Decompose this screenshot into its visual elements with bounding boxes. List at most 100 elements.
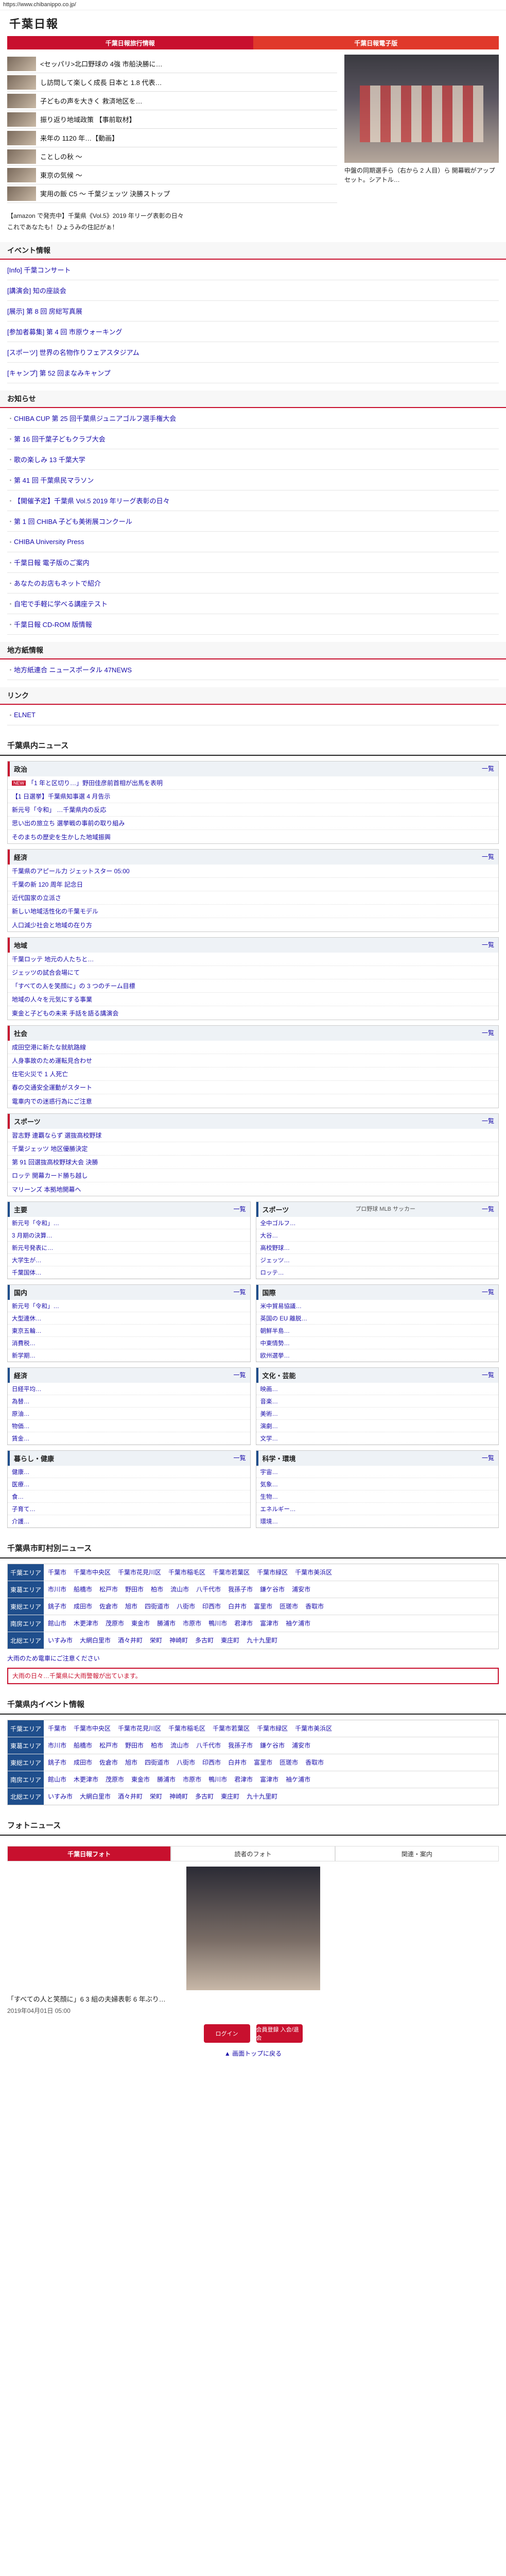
news-item[interactable]: 習志野 連覇ならず 選抜高校野球 [8,1129,498,1142]
news-item[interactable]: 子育て… [8,1503,250,1515]
city-link[interactable]: 旭市 [125,1601,137,1612]
city-link[interactable]: 千葉市 [48,1723,66,1734]
news-item[interactable]: ジェッツ… [256,1254,498,1266]
city-link[interactable]: 白井市 [228,1757,247,1768]
city-link[interactable]: 酒々井町 [118,1635,143,1646]
city-link[interactable]: 東庄町 [221,1635,239,1646]
city-link[interactable]: 松戸市 [99,1740,118,1751]
news-item[interactable]: 米中貿易協議… [256,1300,498,1312]
news-item[interactable]: 介護… [8,1515,250,1528]
news-item[interactable]: 気象… [256,1478,498,1490]
news-item[interactable]: 成田空港に新たな就航路線 [8,1041,498,1054]
more-link[interactable]: 一覧 [482,940,494,950]
news-item[interactable]: 地域の人々を元気にする事業 [8,993,498,1006]
city-link[interactable]: 佐倉市 [99,1601,118,1612]
top-news-item[interactable]: し訪問して楽しく成長 日本と 1.8 代表… [7,73,337,92]
news-item[interactable]: 近代国家の立派さ [8,891,498,905]
news-item[interactable]: 音楽… [256,1395,498,1408]
top-news-item[interactable]: 東京の気候 ～ [7,166,337,184]
news-item[interactable]: 高校野球… [256,1242,498,1254]
city-link[interactable]: 市川市 [48,1584,66,1595]
tab-reader-photo[interactable]: 読者のフォト [171,1846,335,1861]
promo-link[interactable]: これであなたも！ひょうみの住記がぁ！ [7,222,499,233]
news-item[interactable]: 大型連休… [8,1312,250,1325]
city-link[interactable]: 野田市 [125,1740,144,1751]
news-item[interactable]: 為替… [8,1395,250,1408]
city-link[interactable]: 印西市 [202,1757,221,1768]
more-link[interactable]: 一覧 [482,1116,494,1126]
news-item[interactable]: 第 91 回選抜高校野球大会 決勝 [8,1156,498,1169]
event-link[interactable]: [Info] 千葉コンサート [7,260,499,280]
news-item[interactable]: 大学生が… [8,1254,250,1266]
event-link[interactable]: [スポーツ] 世界の名物作りフェアスタジアム [7,342,499,363]
news-item[interactable]: 物価… [8,1420,250,1432]
city-link[interactable]: 大網白里市 [80,1791,111,1802]
news-item[interactable]: 消費税… [8,1337,250,1349]
city-link[interactable]: 千葉市稲毛区 [168,1567,205,1578]
news-item[interactable]: エネルギー… [256,1503,498,1515]
more-link[interactable]: 一覧 [233,1370,246,1380]
city-link[interactable]: 船橋市 [74,1740,92,1751]
news-item[interactable]: 健康… [8,1466,250,1478]
city-link[interactable]: 富里市 [254,1757,272,1768]
news-item[interactable]: 千葉国体… [8,1266,250,1279]
city-link[interactable]: 神崎町 [169,1791,188,1802]
news-item[interactable]: 英国の EU 離脱… [256,1312,498,1325]
city-link[interactable]: 香取市 [305,1601,324,1612]
city-link[interactable]: 酒々井町 [118,1791,143,1802]
notice-link[interactable]: 大雨のため電車にご注意ください [7,1653,499,1664]
city-link[interactable]: 君津市 [234,1618,253,1629]
news-item[interactable]: 電車内での迷惑行為にご注意 [8,1094,498,1108]
notice-link[interactable]: CHIBA University Press [7,532,499,552]
more-link[interactable]: 一覧 [233,1205,246,1214]
city-link[interactable]: 袖ケ浦市 [286,1774,310,1785]
tab-related[interactable]: 関連・案内 [335,1846,499,1861]
news-item[interactable]: マリーンズ 本拠地開幕へ [8,1182,498,1196]
city-link[interactable]: 千葉市中央区 [74,1567,111,1578]
city-link[interactable]: 八街市 [177,1757,195,1768]
city-link[interactable]: 四街道市 [145,1601,169,1612]
city-link[interactable]: 成田市 [74,1757,92,1768]
city-link[interactable]: 八街市 [177,1601,195,1612]
city-link[interactable]: 船橋市 [74,1584,92,1595]
news-item[interactable]: 日経平均… [8,1383,250,1395]
notice-link[interactable]: CHIBA CUP 第 25 回千葉県ジュニアゴルフ選手権大会 [7,408,499,429]
news-item[interactable]: 食… [8,1490,250,1503]
notice-link[interactable]: 第 16 回千葉子どもクラブ大会 [7,429,499,449]
city-link[interactable]: 東金市 [131,1618,150,1629]
city-link[interactable]: 千葉市 [48,1567,66,1578]
city-link[interactable]: 成田市 [74,1601,92,1612]
city-link[interactable]: 香取市 [305,1757,324,1768]
city-link[interactable]: 栄町 [150,1791,162,1802]
city-link[interactable]: 多古町 [195,1791,214,1802]
more-link[interactable]: 一覧 [233,1287,246,1297]
city-link[interactable]: 九十九里町 [247,1791,277,1802]
city-link[interactable]: 銚子市 [48,1601,66,1612]
more-link[interactable]: 一覧 [482,1028,494,1038]
news-item[interactable]: 賃金… [8,1432,250,1445]
city-link[interactable]: 富里市 [254,1601,272,1612]
city-link[interactable]: 大網白里市 [80,1635,111,1646]
more-link[interactable]: 一覧 [482,1287,494,1297]
alert-box[interactable]: 大雨の日々…千葉県に大雨警報が出ています。 [7,1668,499,1684]
news-item[interactable]: 人身事故のため運転見合わせ [8,1054,498,1067]
notice-link[interactable]: 千葉日報 電子版のご案内 [7,552,499,573]
news-item[interactable]: 生物… [256,1490,498,1503]
news-item[interactable]: 千葉県のアピール力 ジェットスター 05:00 [8,865,498,878]
city-link[interactable]: 千葉市緑区 [257,1567,288,1578]
news-item[interactable]: 東京五輪… [8,1325,250,1337]
city-link[interactable]: 千葉市若葉区 [213,1567,250,1578]
news-item[interactable]: 文学… [256,1432,498,1445]
city-link[interactable]: 千葉市稲毛区 [168,1723,205,1734]
back-to-top-link[interactable]: ▲ 画面トップに戻る [0,2049,506,2058]
city-link[interactable]: 柏市 [151,1740,163,1751]
news-item[interactable]: 新しい地域活性化の千葉モデル [8,905,498,918]
news-item[interactable]: 新元号「令和」… [8,1217,250,1229]
city-link[interactable]: 千葉市中央区 [74,1723,111,1734]
city-link[interactable]: 富津市 [260,1774,278,1785]
news-item[interactable]: 環境… [256,1515,498,1528]
news-item[interactable]: 新元号発表に… [8,1242,250,1254]
news-item[interactable]: ロッテ… [256,1266,498,1279]
city-link[interactable]: 我孫子市 [228,1740,253,1751]
top-news-item[interactable]: 振り返り地域政策 【事前取材】 [7,110,337,129]
